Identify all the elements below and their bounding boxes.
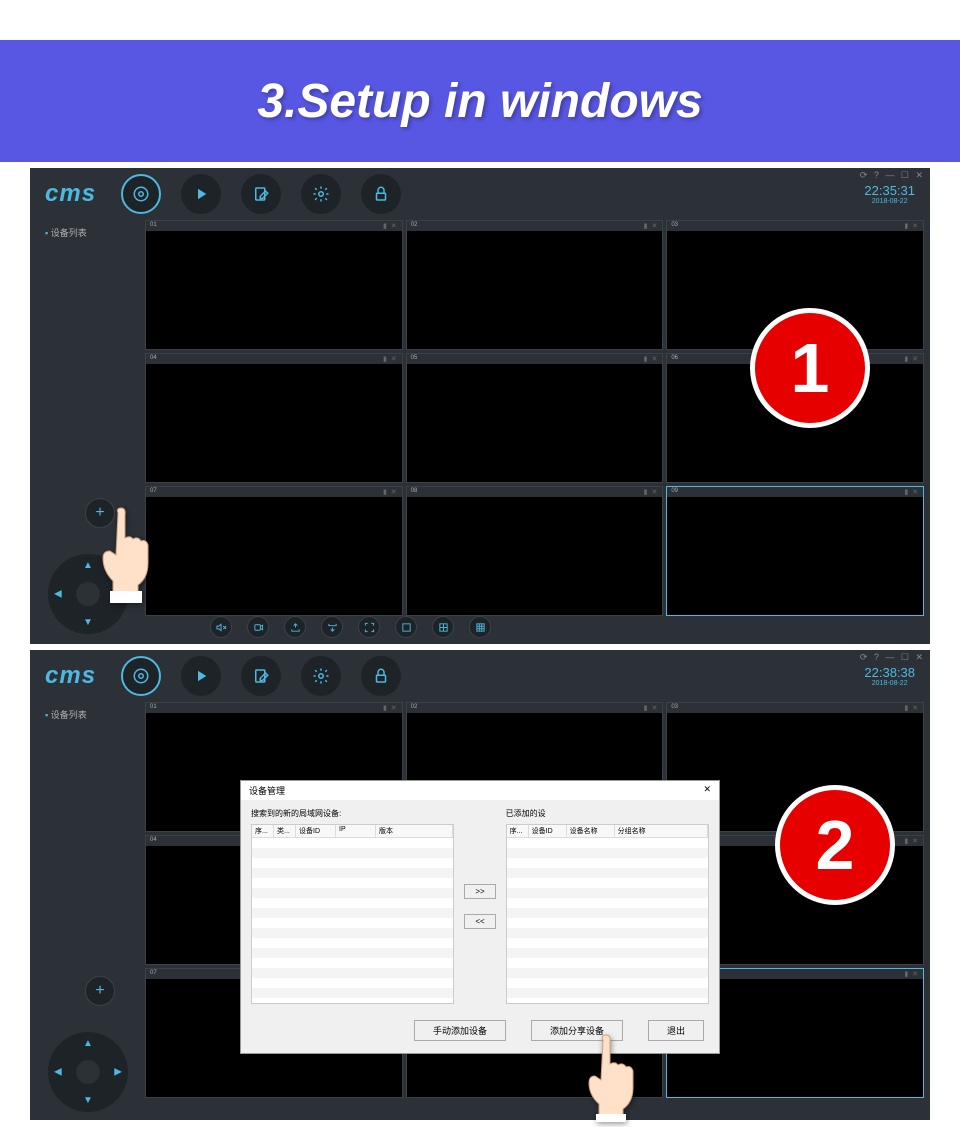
- nav-play-button[interactable]: [181, 656, 221, 696]
- dpad-right-icon[interactable]: ▶: [114, 1067, 122, 1078]
- snapshot-button[interactable]: [284, 616, 306, 638]
- move-right-button[interactable]: >>: [464, 884, 495, 899]
- dialog-title-text: 设备管理: [249, 784, 285, 797]
- fullscreen-button[interactable]: [358, 616, 380, 638]
- layout-9-button[interactable]: [469, 616, 491, 638]
- nav-edit-button[interactable]: [241, 656, 281, 696]
- dpad-left-icon[interactable]: ◀: [54, 1067, 62, 1078]
- dialog-close-button[interactable]: ✕: [703, 784, 711, 797]
- video-cell[interactable]: 04▮ ✕: [145, 353, 403, 483]
- clock: 22:38:38 2018-08-22: [864, 665, 915, 687]
- nav-lock-button[interactable]: [361, 174, 401, 214]
- layout-single-button[interactable]: [395, 616, 417, 638]
- banner: 3.Setup in windows: [0, 40, 960, 162]
- cell-icons: ▮ ✕: [383, 222, 398, 230]
- mute-button[interactable]: [210, 616, 232, 638]
- dpad-down-icon[interactable]: ▼: [83, 617, 93, 628]
- found-devices-label: 搜索到的新的局域网设备:: [251, 808, 454, 819]
- table-rows: [507, 838, 708, 1003]
- clock: 22:35:31 2018-08-22: [864, 183, 915, 205]
- add-device-button[interactable]: +: [85, 976, 115, 1006]
- bottom-toolbar: [210, 616, 491, 638]
- video-cell[interactable]: 05▮ ✕: [406, 353, 664, 483]
- added-devices-label: 已添加的设: [506, 808, 709, 819]
- nav-video-button[interactable]: [121, 174, 161, 214]
- app-header: cms 22:35:31 2018-08-22: [30, 168, 930, 220]
- window-controls[interactable]: ⟳ ? — ☐ ✕: [860, 170, 925, 181]
- video-cell[interactable]: 07▮ ✕: [145, 486, 403, 616]
- app-window-1: ⟳ ? — ☐ ✕ cms 22:35:31 2018-08-22 设备列表 0…: [30, 168, 930, 644]
- video-cell[interactable]: 08▮ ✕: [406, 486, 664, 616]
- app-header: cms 22:38:38 2018-08-22: [30, 650, 930, 702]
- clock-time: 22:38:38: [864, 665, 915, 680]
- clock-time: 22:35:31: [864, 183, 915, 198]
- step-badge-1: 1: [750, 308, 870, 428]
- exit-button[interactable]: 退出: [648, 1020, 704, 1041]
- added-devices-panel: 已添加的设 序... 设备ID 设备名称 分组名称: [506, 808, 709, 1004]
- found-devices-table[interactable]: 序... 类... 设备ID IP 版本: [251, 824, 454, 1004]
- sidebar-label: 设备列表: [45, 708, 87, 721]
- video-cell[interactable]: 09▮ ✕: [666, 486, 924, 616]
- app-logo: cms: [45, 180, 96, 208]
- nav-play-button[interactable]: [181, 174, 221, 214]
- video-cell[interactable]: 02▮ ✕: [406, 220, 664, 350]
- step-badge-2: 2: [775, 785, 895, 905]
- nav-lock-button[interactable]: [361, 656, 401, 696]
- dpad-control[interactable]: ▲ ▼ ◀ ▶: [48, 1032, 128, 1112]
- found-devices-panel: 搜索到的新的局域网设备: 序... 类... 设备ID IP 版本: [251, 808, 454, 1004]
- dialog-titlebar[interactable]: 设备管理 ✕: [241, 781, 719, 800]
- nav-settings-button[interactable]: [301, 174, 341, 214]
- clock-date: 2018-08-22: [864, 198, 915, 205]
- nav-edit-button[interactable]: [241, 174, 281, 214]
- clock-date: 2018-08-22: [864, 680, 915, 687]
- video-cell[interactable]: 01▮ ✕: [145, 220, 403, 350]
- banner-title: 3.Setup in windows: [257, 74, 702, 129]
- dpad-left-icon[interactable]: ◀: [54, 589, 62, 600]
- hand-pointer-icon: [575, 1032, 655, 1127]
- window-controls[interactable]: ⟳ ? — ☐ ✕: [860, 652, 925, 663]
- record-button[interactable]: [247, 616, 269, 638]
- export-button[interactable]: [321, 616, 343, 638]
- dpad-up-icon[interactable]: ▲: [83, 1038, 93, 1049]
- move-left-button[interactable]: <<: [464, 914, 495, 929]
- table-rows: [252, 838, 453, 1003]
- app-window-2: ⟳ ? — ☐ ✕ cms 22:38:38 2018-08-22 设备列表 0…: [30, 650, 930, 1120]
- hand-pointer-icon: [88, 503, 178, 608]
- app-logo: cms: [45, 662, 96, 690]
- device-manager-dialog: 设备管理 ✕ 搜索到的新的局域网设备: 序... 类... 设备ID IP 版本: [240, 780, 720, 1054]
- layout-4-button[interactable]: [432, 616, 454, 638]
- nav-video-button[interactable]: [121, 656, 161, 696]
- sidebar-label: 设备列表: [45, 226, 87, 239]
- manual-add-button[interactable]: 手动添加设备: [414, 1020, 506, 1041]
- dpad-down-icon[interactable]: ▼: [83, 1095, 93, 1106]
- nav-settings-button[interactable]: [301, 656, 341, 696]
- added-devices-table[interactable]: 序... 设备ID 设备名称 分组名称: [506, 824, 709, 1004]
- dpad-center[interactable]: [76, 1060, 100, 1084]
- dialog-transfer-buttons: >> <<: [464, 808, 495, 1004]
